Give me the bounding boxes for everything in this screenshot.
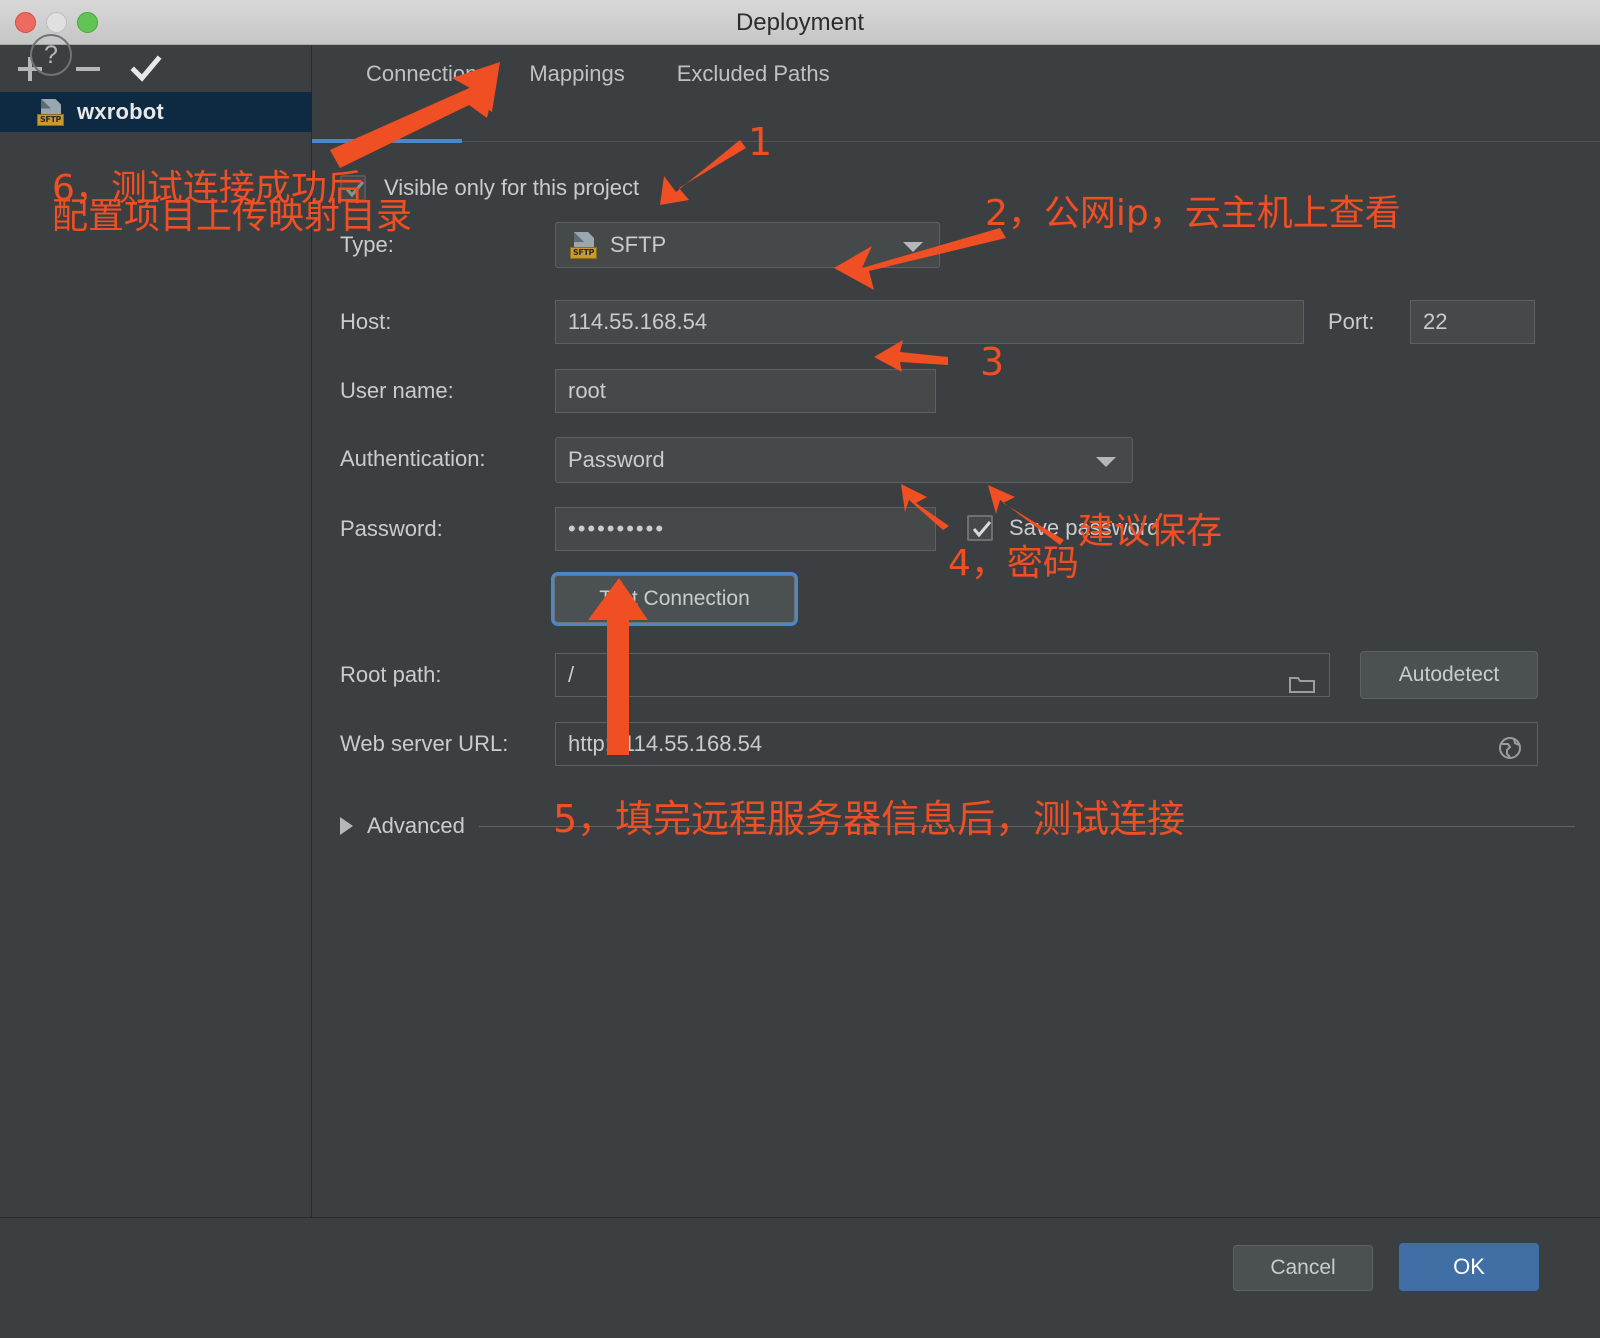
tab-excluded-paths[interactable]: Excluded Paths [651,45,856,102]
sftp-badge: SFTP [37,113,64,126]
host-label: Host: [340,309,392,334]
authentication-select[interactable]: Password [555,437,1133,483]
remove-server-button[interactable] [72,53,104,85]
tab-mappings[interactable]: Mappings [503,45,650,102]
web-server-url-input[interactable]: http://114.55.168.54 [555,722,1538,766]
authentication-value: Password [568,447,665,472]
type-value: SFTP [610,232,667,257]
port-label: Port: [1328,309,1375,334]
deployment-dialog: Deployment SFTP wxrobot Connection Mappi… [0,0,1600,1338]
tab-separator [312,141,1600,142]
save-password-checkbox[interactable] [967,515,993,541]
test-connection-button[interactable]: Test Connection [554,575,795,623]
root-path-input[interactable]: / [555,653,1330,697]
sidebar-item-label: wxrobot [77,99,164,124]
host-input[interactable]: 114.55.168.54 [555,300,1304,344]
root-path-value: / [568,662,575,687]
visible-only-checkbox[interactable] [340,175,366,201]
window-titlebar: Deployment [0,0,1600,45]
window-title: Deployment [735,9,865,36]
chevron-right-icon [340,817,353,835]
ok-button[interactable]: OK [1399,1243,1539,1291]
type-sftp-badge: SFTP [570,247,597,259]
password-label: Password: [340,516,443,541]
advanced-label: Advanced [367,813,465,838]
sftp-file-icon: SFTP [37,98,67,126]
visible-only-label: Visible only for this project [384,175,640,200]
server-list-sidebar: SFTP wxrobot [0,45,312,1217]
chevron-down-icon [1096,457,1116,467]
connection-pane: Connection Mappings Excluded Paths Visib… [312,45,1600,1217]
password-input[interactable]: •••••••••• [555,507,936,551]
section-divider [478,825,1575,827]
folder-icon[interactable] [1289,666,1315,696]
authentication-label: Authentication: [340,446,486,471]
apply-check-icon[interactable] [130,53,162,85]
autodetect-button[interactable]: Autodetect [1360,651,1538,699]
type-label: Type: [340,232,394,257]
globe-icon[interactable] [1497,733,1523,765]
chevron-down-icon [903,242,923,252]
tab-active-indicator [312,139,462,143]
help-button[interactable]: ? [30,34,72,76]
user-name-input[interactable]: root [555,369,936,413]
web-server-url-value: http://114.55.168.54 [568,731,763,756]
port-input[interactable]: 22 [1410,300,1535,344]
type-select[interactable]: SFTP SFTP [555,222,940,268]
save-password-label: Save password [1009,515,1160,540]
web-server-url-label: Web server URL: [340,731,509,756]
type-sftp-icon: SFTP [570,232,600,259]
sidebar-item-wxrobot[interactable]: SFTP wxrobot [0,92,312,132]
user-name-label: User name: [340,378,454,403]
tab-connection[interactable]: Connection [340,45,503,102]
tab-bar: Connection Mappings Excluded Paths [312,45,1600,102]
advanced-section-header[interactable]: Advanced [340,813,1575,839]
cancel-button[interactable]: Cancel [1233,1245,1373,1291]
root-path-label: Root path: [340,662,442,687]
